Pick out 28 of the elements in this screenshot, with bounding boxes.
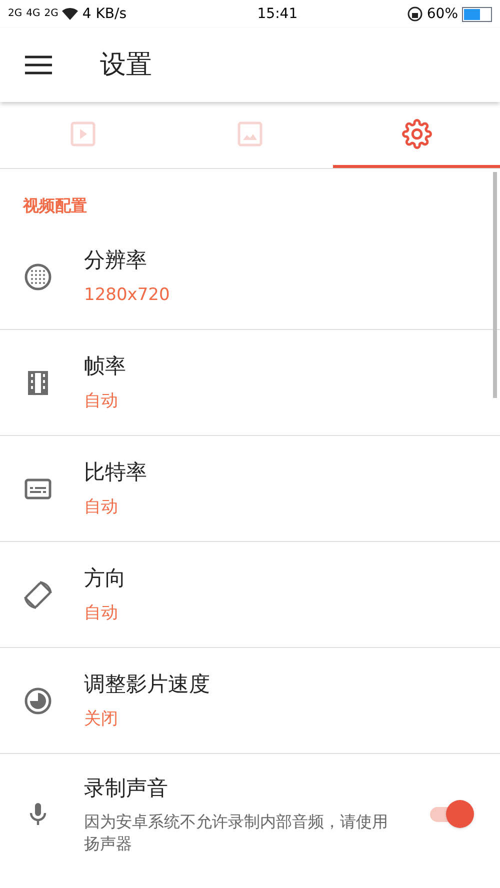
- battery-icon: [462, 6, 492, 22]
- network-label: 4G: [26, 9, 40, 19]
- network-label: 2G: [44, 9, 58, 19]
- setting-description: 因为安卓系统不允许录制内部音频，请使用扬声器: [84, 810, 389, 855]
- setting-value: 关闭: [84, 708, 119, 730]
- clock: 15:41: [256, 4, 299, 24]
- rotation-lock-icon: [406, 6, 423, 22]
- settings-icon: [402, 118, 432, 148]
- setting-value: 自动: [84, 602, 119, 624]
- page-title: 设置: [100, 48, 152, 82]
- network-speed: 4 KB/s: [82, 4, 127, 24]
- setting-title: 录制声音: [84, 775, 169, 802]
- screen-rotation-icon: [22, 578, 54, 610]
- setting-value: 自动: [84, 390, 119, 412]
- setting-title: 帧率: [84, 353, 127, 380]
- battery-percent: 60%: [426, 4, 458, 24]
- network-label: 2G: [8, 9, 22, 19]
- setting-title: 方向: [84, 565, 127, 592]
- setting-title: 分辨率: [84, 247, 148, 274]
- menu-icon[interactable]: [25, 55, 52, 75]
- wifi-icon: [62, 7, 78, 21]
- image-icon: [237, 120, 263, 146]
- setting-title: 调整影片速度: [84, 671, 211, 698]
- setting-value: 1280x720: [84, 284, 171, 306]
- setting-value: 自动: [84, 496, 119, 518]
- section-title: 视频配置: [22, 195, 88, 217]
- setting-title: 比特率: [84, 459, 148, 486]
- play-icon: [70, 120, 96, 146]
